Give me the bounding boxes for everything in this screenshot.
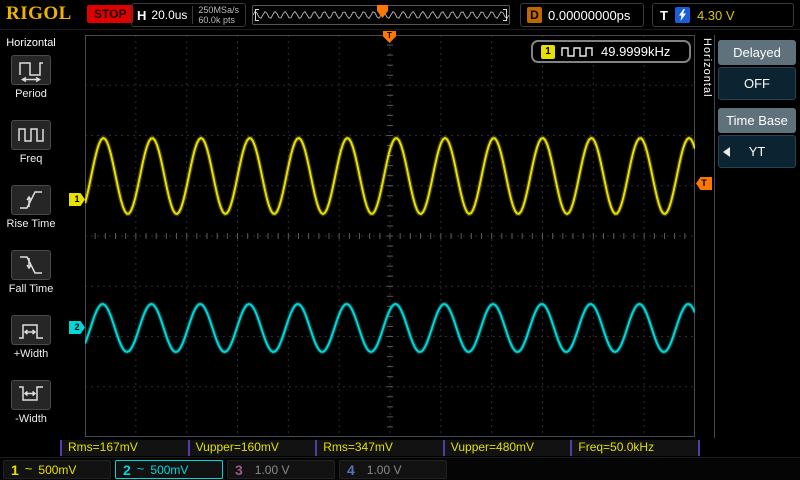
memory-depth: 60.0k pts	[198, 15, 239, 25]
timebase-menu-title[interactable]: Time Base	[718, 108, 796, 133]
softkey-menu-panel: Delayed OFF Time Base YT	[714, 35, 799, 438]
minus-width-icon	[11, 380, 51, 410]
delay-label-chip: D	[527, 7, 542, 23]
ch1-ground-marker[interactable]: 1	[69, 193, 85, 206]
trigger-level-marker[interactable]: T	[696, 177, 712, 190]
channel-scale: 1.00 V	[367, 463, 402, 477]
channel-status-bar: 1 ~ 500mV 2 ~ 500mV 3 1.00 V 4 1.00 V	[0, 457, 800, 480]
delay-value: 0.00000000ps	[548, 8, 630, 23]
timebase-mode: YT	[749, 144, 766, 159]
rise-time-icon	[11, 185, 51, 215]
channel-number: 1	[11, 462, 19, 478]
ac-coupling-icon: ~	[25, 461, 33, 476]
channel-3-status[interactable]: 3 1.00 V	[227, 460, 335, 479]
measurement-rms-ch2: Rms=347mV	[315, 440, 443, 456]
window-bracket-left	[255, 9, 259, 21]
acquisition-info: 250MSa/s 60.0k pts	[198, 5, 239, 25]
window-bracket-right	[503, 9, 507, 21]
channel-number: 3	[235, 462, 243, 478]
left-sidebar-title: Horizontal	[0, 37, 62, 49]
horizontal-status-box: H 20.0us 250MSa/s 60.0k pts	[131, 3, 246, 27]
measure-item-label: Rise Time	[4, 218, 58, 230]
timebase-menu-value[interactable]: YT	[718, 135, 796, 168]
measure-item-label: +Width	[4, 348, 58, 360]
run-state-badge: STOP	[87, 5, 133, 23]
channel-4-status[interactable]: 4 1.00 V	[339, 460, 447, 479]
selection-arrow-icon	[723, 147, 730, 157]
measure-item-label: -Width	[4, 413, 58, 425]
period-icon	[11, 55, 51, 85]
measurement-freq: Freq=50.0kHz	[570, 440, 698, 456]
divider	[192, 6, 193, 24]
measure-item-plus-width[interactable]: +Width	[4, 315, 58, 360]
fall-time-icon	[11, 250, 51, 280]
channel-1-status[interactable]: 1 ~ 500mV	[3, 460, 111, 479]
channel-number: 2	[123, 462, 131, 478]
rigol-logo: RIGOL	[6, 3, 72, 25]
measure-item-minus-width[interactable]: -Width	[4, 380, 58, 425]
horizontal-label: H	[137, 8, 146, 23]
channel-2-status[interactable]: 2 ~ 500mV	[115, 460, 223, 479]
measure-item-freq[interactable]: Freq	[4, 120, 58, 165]
measurement-vupper-ch2: Vupper=480mV	[443, 440, 571, 456]
channel-scale: 1.00 V	[255, 463, 290, 477]
square-wave-icon	[561, 46, 595, 58]
measurement-rms-ch1: Rms=167mV	[60, 440, 188, 456]
measure-item-label: Fall Time	[4, 283, 58, 295]
trigger-level-value: 4.30 V	[697, 8, 735, 23]
trigger-label: T	[660, 8, 668, 23]
ch2-ground-marker[interactable]: 2	[69, 321, 85, 334]
waveform-display	[85, 35, 695, 437]
delayed-menu-value[interactable]: OFF	[718, 67, 796, 100]
trigger-status-box: T 4.30 V	[652, 3, 794, 27]
channel-scale: 500mV	[150, 463, 188, 477]
measure-item-period[interactable]: Period	[4, 55, 58, 100]
plus-width-icon	[11, 315, 51, 345]
channel-number: 4	[347, 462, 355, 478]
oscilloscope-screen: RIGOL STOP H 20.0us 250MSa/s 60.0k pts D…	[0, 0, 800, 480]
measurement-readout-bar: Rms=167mV Vupper=160mV Rms=347mV Vupper=…	[60, 440, 700, 456]
measure-item-rise-time[interactable]: Rise Time	[4, 185, 58, 230]
frequency-counter-badge: 1 49.9999kHz	[531, 40, 691, 63]
measure-item-fall-time[interactable]: Fall Time	[4, 250, 58, 295]
top-status-bar: RIGOL STOP H 20.0us 250MSa/s 60.0k pts D…	[0, 0, 800, 30]
waveform-record-preview	[252, 5, 510, 25]
delay-status-box: D 0.00000000ps	[520, 3, 644, 27]
freq-icon	[11, 120, 51, 150]
measure-item-label: Period	[4, 88, 58, 100]
measurement-vupper-ch1: Vupper=160mV	[188, 440, 316, 456]
freq-counter-channel: 1	[541, 45, 555, 59]
channel-scale: 500mV	[38, 463, 76, 477]
trigger-edge-icon	[675, 7, 690, 23]
measure-item-label: Freq	[4, 153, 58, 165]
ac-coupling-icon: ~	[137, 461, 145, 476]
timebase-value: 20.0us	[151, 8, 187, 22]
menu-tab-horizontal: Horizontal	[697, 38, 713, 158]
graticule-and-traces	[85, 35, 695, 437]
freq-counter-value: 49.9999kHz	[601, 44, 670, 59]
sample-rate: 250MSa/s	[198, 5, 239, 15]
delayed-menu-title[interactable]: Delayed	[718, 40, 796, 65]
